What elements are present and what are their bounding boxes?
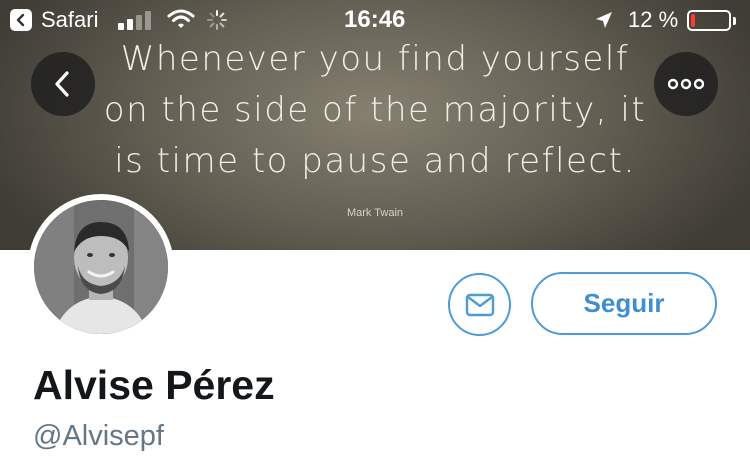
more-horizontal-icon: [668, 78, 704, 90]
back-app-label[interactable]: Safari: [41, 7, 98, 33]
envelope-icon: [465, 293, 495, 317]
wifi-icon: [167, 9, 195, 28]
signal-icon: [118, 10, 154, 30]
avatar-frame[interactable]: [28, 194, 174, 340]
battery-percentage: 12 %: [628, 7, 679, 32]
activity-spinner-icon: [207, 10, 227, 30]
profile-display-name: Alvise Pérez: [33, 362, 275, 408]
avatar-portrait-image: [34, 200, 168, 334]
status-bar: Safari 16:46 12 %: [0, 0, 750, 40]
quote-line-3: is time to pause and reflect.: [114, 141, 636, 181]
back-to-app-icon[interactable]: [10, 9, 32, 31]
message-button[interactable]: [448, 273, 511, 336]
quote-line-1: Whenever you find yourself: [120, 39, 630, 79]
avatar[interactable]: [34, 200, 168, 334]
profile-handle: @Alvisepf: [33, 420, 164, 452]
battery-level-fill: [691, 14, 695, 27]
battery-icon: [687, 10, 731, 31]
follow-button[interactable]: Seguir: [531, 272, 717, 335]
battery-tip: [733, 17, 736, 25]
quote-line-2: on the side of the majority, it: [103, 90, 647, 130]
location-arrow-icon: [596, 12, 612, 28]
status-time: 16:46: [344, 6, 406, 33]
